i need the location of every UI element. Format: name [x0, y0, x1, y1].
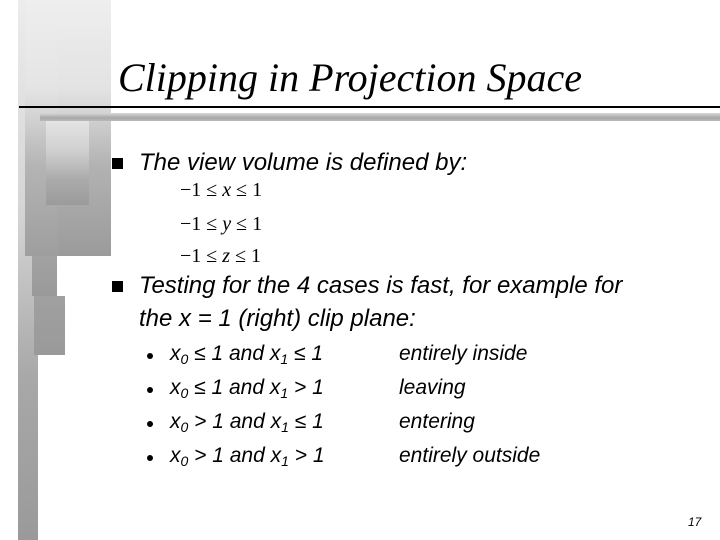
equation-rhs: ≤ 1 [230, 245, 262, 267]
condition-text: > 1 [288, 376, 324, 399]
equation-y-range: −1 ≤ y ≤ 1 [180, 212, 262, 236]
subscript-1: 1 [281, 453, 289, 469]
decorative-bar-mid [32, 256, 57, 296]
equation-lhs: −1 ≤ [180, 213, 223, 235]
case-result: entering [399, 410, 475, 433]
case-condition: x0 > 1 and x1 ≤ 1 [170, 408, 324, 436]
page-number: 17 [688, 515, 702, 529]
condition-text: > 1 and x [188, 444, 282, 467]
condition-text: ≤ 1 [288, 342, 324, 365]
decorative-bar-low [34, 296, 65, 355]
case-result: leaving [399, 376, 466, 399]
condition-text: ≤ 1 [288, 410, 324, 433]
case-condition: x0 ≤ 1 and x1 ≤ 1 [170, 340, 323, 368]
equation-var: y [222, 213, 232, 235]
equation-lhs: −1 ≤ [180, 179, 223, 201]
var-x0: x [170, 444, 181, 467]
condition-text: ≤ 1 and x [188, 376, 281, 399]
equation-var: x [222, 179, 232, 201]
case-result: entirely inside [399, 342, 528, 365]
equation-rhs: ≤ 1 [231, 179, 263, 201]
var-x0: x [170, 376, 181, 399]
square-bullet-icon [112, 158, 123, 169]
var-x0: x [170, 342, 181, 365]
condition-text: > 1 and x [188, 410, 282, 433]
bullet-view-volume: The view volume is defined by: [139, 149, 468, 176]
round-bullet-icon [147, 353, 153, 359]
case-result: entirely outside [399, 444, 541, 467]
equation-var: z [222, 245, 231, 267]
var-x0: x [170, 410, 181, 433]
condition-text: > 1 [288, 444, 325, 467]
title-underline-bar [40, 113, 720, 121]
title-divider-line [19, 106, 720, 108]
equation-rhs: ≤ 1 [231, 213, 263, 235]
slide-title: Clipping in Projection Space [118, 55, 583, 100]
equation-lhs: −1 ≤ [180, 245, 223, 267]
bullet-testing-line1: Testing for the 4 cases is fast, for exa… [139, 272, 623, 299]
case-condition: x0 ≤ 1 and x1 > 1 [170, 374, 324, 402]
condition-text: ≤ 1 and x [188, 342, 281, 365]
decorative-bar-inner [46, 121, 89, 205]
case-condition: x0 > 1 and x1 > 1 [170, 442, 325, 470]
square-bullet-icon [112, 281, 123, 292]
round-bullet-icon [147, 455, 153, 461]
subscript-1: 1 [281, 419, 289, 435]
round-bullet-icon [147, 387, 153, 393]
round-bullet-icon [147, 421, 153, 427]
bullet-testing-line2: the x = 1 (right) clip plane: [139, 305, 416, 332]
equation-x-range: −1 ≤ x ≤ 1 [180, 178, 262, 202]
equation-z-range: −1 ≤ z ≤ 1 [180, 244, 261, 268]
